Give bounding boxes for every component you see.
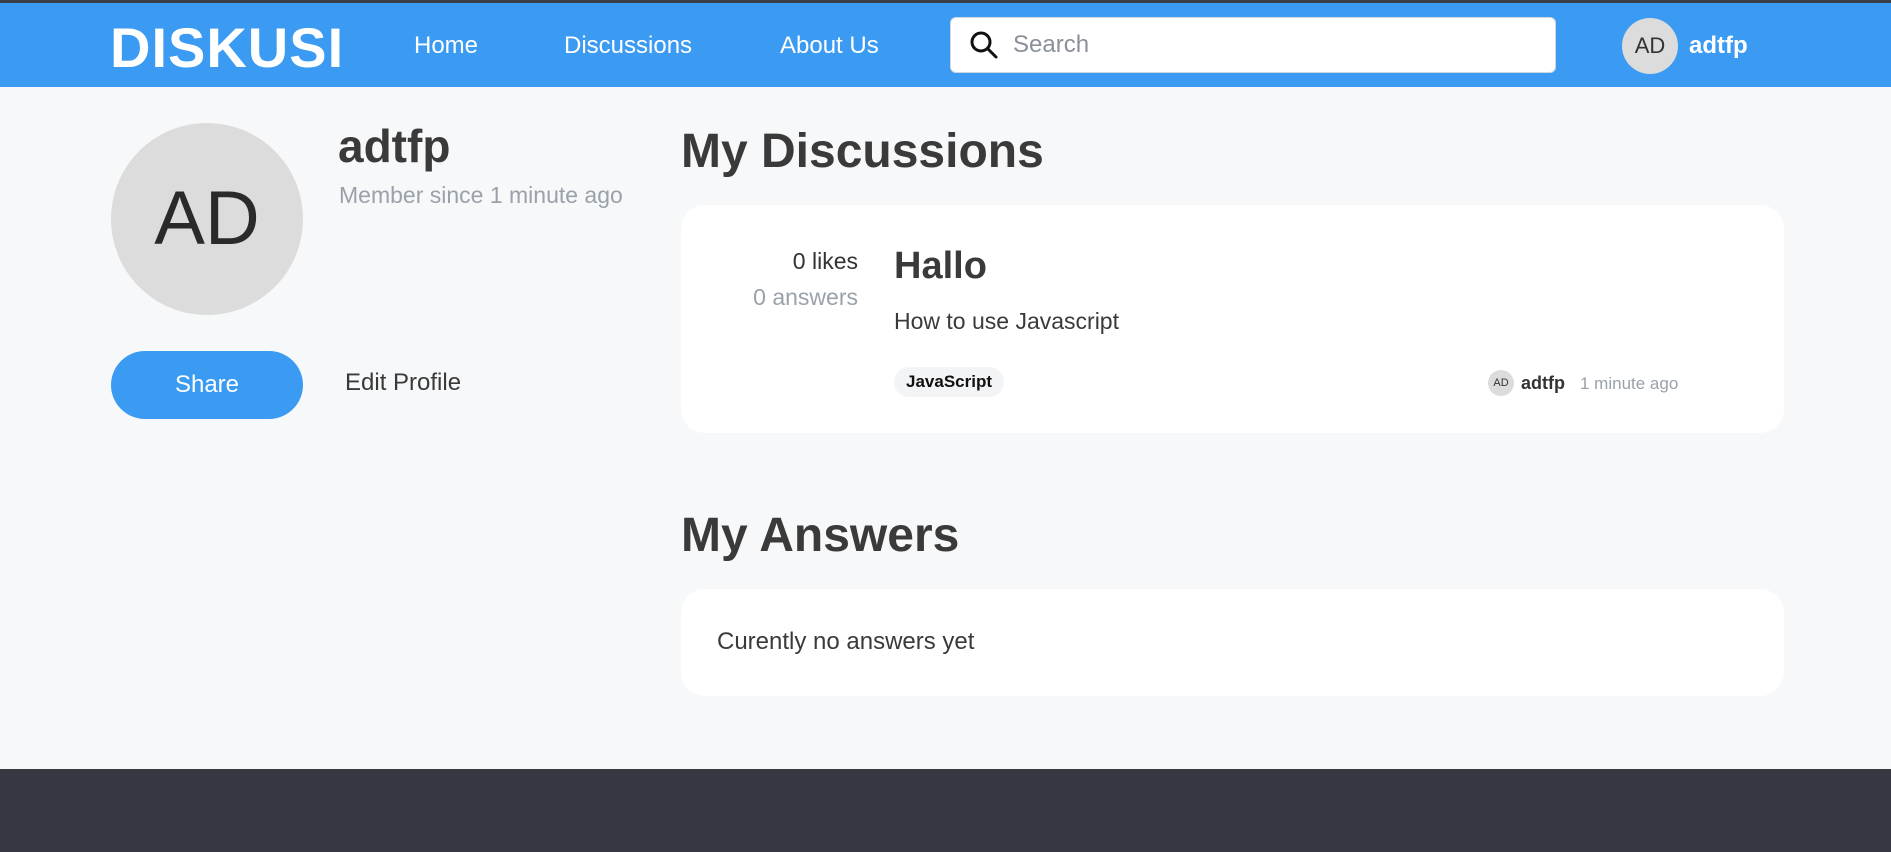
nav-about-link[interactable]: About Us: [780, 29, 879, 63]
answers-card: Curently no answers yet: [681, 589, 1784, 696]
brand-logo[interactable]: DISKUSI: [110, 13, 344, 83]
top-navbar: DISKUSI Home Discussions About Us AD adt…: [0, 3, 1891, 87]
share-button[interactable]: Share: [111, 351, 303, 419]
edit-profile-button[interactable]: Edit Profile: [345, 366, 461, 400]
user-avatar[interactable]: AD: [1622, 18, 1678, 74]
discussion-title[interactable]: Hallo: [894, 241, 987, 291]
profile-avatar: AD: [111, 123, 303, 315]
my-discussions-heading: My Discussions: [681, 125, 1044, 178]
nav-discussions-link[interactable]: Discussions: [564, 29, 692, 63]
user-name-link[interactable]: adtfp: [1689, 29, 1748, 63]
my-answers-heading: My Answers: [681, 509, 960, 562]
discussion-card[interactable]: 0 likes 0 answers Hallo How to use Javas…: [681, 205, 1784, 433]
post-timestamp: 1 minute ago: [1580, 374, 1679, 393]
tag-badge[interactable]: JavaScript: [894, 367, 1004, 397]
page-footer: [0, 769, 1891, 852]
empty-answers-text: Curently no answers yet: [717, 628, 975, 655]
profile-member-since: Member since 1 minute ago: [339, 182, 623, 208]
profile-name: adtfp: [338, 120, 451, 172]
search-icon: [969, 30, 999, 60]
likes-count: 0 likes: [792, 248, 858, 274]
author-name[interactable]: adtfp: [1521, 369, 1565, 397]
nav-home-link[interactable]: Home: [414, 29, 478, 63]
answers-count: 0 answers: [753, 284, 858, 310]
author-avatar: AD: [1488, 370, 1514, 396]
search-input[interactable]: [1013, 18, 1543, 72]
search-bar: [950, 17, 1556, 73]
discussion-body: How to use Javascript: [894, 308, 1119, 334]
